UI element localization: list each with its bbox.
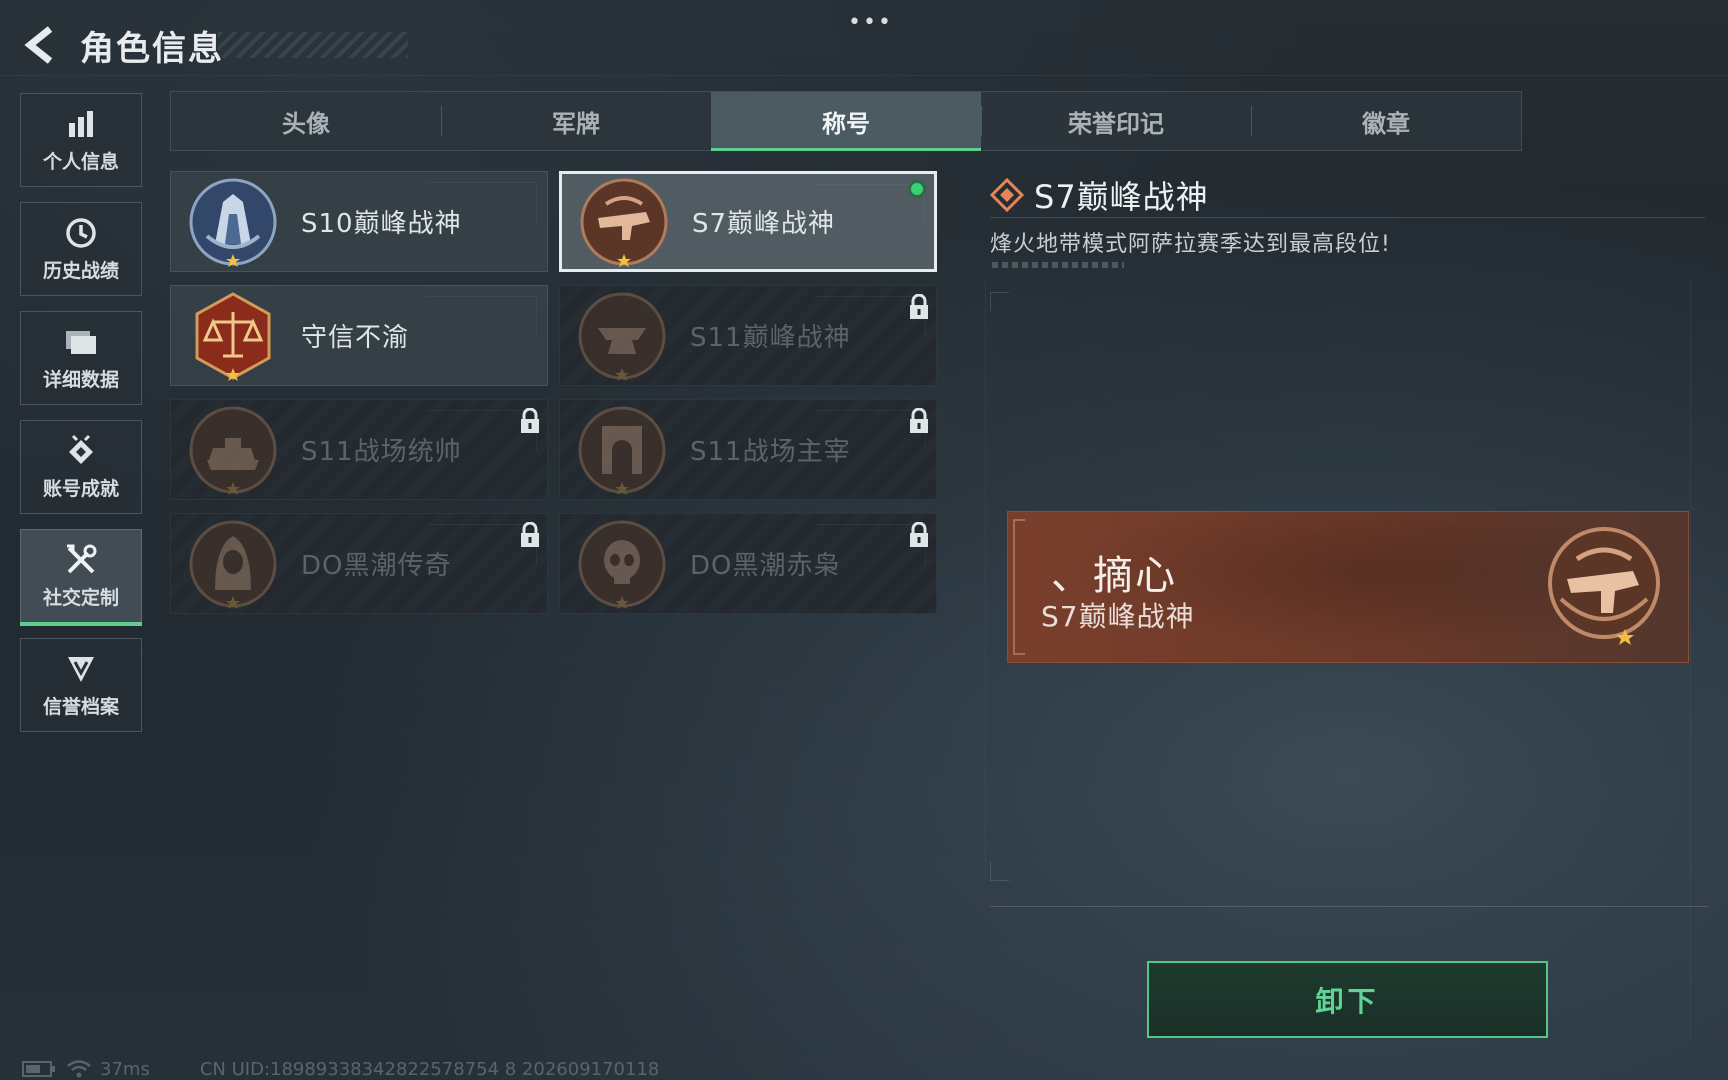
page-header: 角色信息 — [20, 20, 224, 70]
lock-icon — [521, 408, 539, 433]
equipped-indicator-icon — [908, 180, 926, 198]
nameplate-preview: 、摘心 S7巅峰战神 — [1007, 511, 1689, 663]
wifi-icon — [67, 1060, 91, 1078]
decoration-dashes — [992, 262, 1124, 268]
frame-corner — [990, 862, 1009, 881]
bronze-tank-badge — [189, 406, 277, 495]
detail-description: 烽火地带模式阿萨拉赛季达到最高段位! — [990, 232, 1391, 257]
lock-icon — [910, 522, 928, 547]
title-card-locked[interactable]: S11战场统帅 — [170, 399, 548, 500]
folder-icon — [64, 325, 98, 359]
tab-badge[interactable]: 徽章 — [1251, 92, 1521, 150]
title-card-locked[interactable]: S11战场主宰 — [559, 399, 937, 500]
detail-header: S7巅峰战神 — [990, 172, 1209, 218]
tools-icon — [64, 543, 98, 577]
title-card-locked[interactable]: DO黑潮传奇 — [170, 513, 548, 614]
lock-icon — [910, 294, 928, 319]
lock-icon — [910, 408, 928, 433]
unequip-button[interactable]: 卸下 — [1147, 961, 1548, 1038]
sidebar-item-personal-info[interactable]: 个人信息 — [20, 93, 142, 187]
title-card[interactable]: 守信不渝 — [170, 285, 548, 386]
page-title: 角色信息 — [80, 28, 224, 69]
status-bar: 37ms CN UID:18989338342822578754 8 20260… — [22, 1058, 659, 1080]
sidebar-item-achievements[interactable]: 账号成就 — [20, 420, 142, 514]
sidebar-item-label: 个人信息 — [42, 150, 119, 173]
sidebar-item-detailed-data[interactable]: 详细数据 — [20, 311, 142, 405]
bronze-gun-badge — [580, 178, 668, 267]
sidebar-item-credit-record[interactable]: 信誉档案 — [20, 638, 142, 732]
tab-avatar[interactable]: 头像 — [171, 92, 441, 150]
blue-tower-badge — [189, 178, 277, 267]
sidebar-item-label: 社交定制 — [42, 586, 119, 609]
grid-line — [0, 75, 1728, 76]
divider — [990, 217, 1705, 218]
bronze-skull-badge — [578, 520, 666, 609]
frame-corner — [990, 292, 1009, 311]
sidebar: 个人信息 历史战绩 详细数据 账号成就 社交定制 信誉档案 — [20, 93, 144, 747]
card-title-name: S10巅峰战神 — [301, 209, 462, 239]
grid-line — [1690, 280, 1691, 1040]
sidebar-item-history[interactable]: 历史战绩 — [20, 202, 142, 296]
bronze-anvil-badge — [578, 292, 666, 381]
divider — [990, 906, 1708, 907]
sidebar-item-label: 账号成就 — [42, 477, 119, 500]
title-card-selected[interactable]: S7巅峰战神 — [559, 171, 937, 272]
red-scales-badge — [195, 291, 271, 381]
tab-honor-mark[interactable]: 荣誉印记 — [981, 92, 1251, 150]
card-title-name: S11巅峰战神 — [690, 323, 851, 353]
title-card-locked[interactable]: S11巅峰战神 — [559, 285, 937, 386]
tab-title[interactable]: 称号 — [711, 92, 981, 151]
ping-value: 37ms — [100, 1058, 150, 1080]
card-title-name: S11战场统帅 — [301, 437, 462, 467]
grid-line — [985, 280, 986, 880]
bronze-arch-badge — [578, 406, 666, 495]
bronze-hooded-badge — [189, 520, 277, 609]
credit-shield-icon — [64, 652, 98, 686]
card-title-name: S11战场主宰 — [690, 437, 851, 467]
title-decoration — [218, 32, 408, 58]
lock-icon — [521, 522, 539, 547]
nameplate-player-name: 、摘心 — [1051, 553, 1177, 599]
sidebar-item-label: 信誉档案 — [42, 695, 119, 718]
clock-icon — [64, 216, 98, 250]
card-title-name: DO黑潮赤枭 — [690, 551, 841, 581]
sidebar-item-social-custom[interactable]: 社交定制 — [20, 529, 142, 626]
rank-diamond-icon — [990, 178, 1024, 212]
card-title-name: DO黑潮传奇 — [301, 551, 452, 581]
sidebar-item-label: 详细数据 — [42, 368, 119, 391]
achievement-icon — [64, 434, 98, 468]
title-card-locked[interactable]: DO黑潮赤枭 — [559, 513, 937, 614]
card-title-name: 守信不渝 — [301, 323, 410, 353]
detail-title: S7巅峰战神 — [1034, 178, 1209, 216]
top-menu-dots[interactable]: ••• — [848, 10, 893, 35]
nameplate-title: S7巅峰战神 — [1041, 600, 1195, 633]
bronze-gun-badge — [1548, 527, 1660, 645]
nameplate-bracket — [1013, 519, 1025, 655]
back-arrow-icon[interactable] — [20, 23, 64, 67]
card-title-name: S7巅峰战神 — [692, 209, 836, 239]
battery-icon — [22, 1061, 55, 1077]
category-tabs: 头像 军牌 称号 荣誉印记 徽章 — [170, 91, 1522, 151]
uid-text: CN UID:18989338342822578754 8 2026091701… — [199, 1058, 660, 1080]
sidebar-item-label: 历史战绩 — [42, 259, 119, 282]
title-card[interactable]: S10巅峰战神 — [170, 171, 548, 272]
bar-chart-icon — [64, 107, 98, 141]
tab-dog-tag[interactable]: 军牌 — [441, 92, 711, 150]
